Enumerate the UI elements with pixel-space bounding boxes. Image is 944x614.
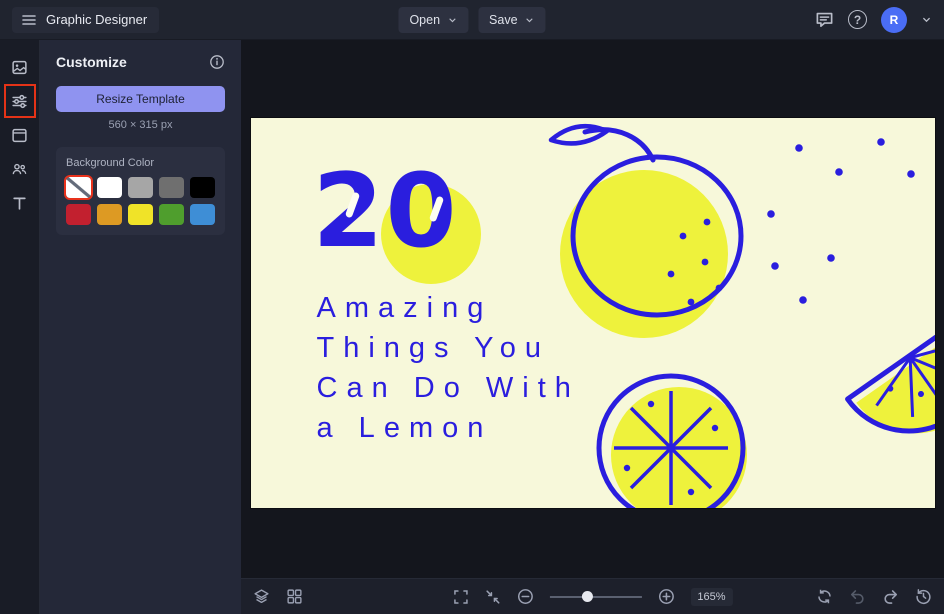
swatch-light-gray[interactable] <box>128 177 153 198</box>
headline-line: Can Do With <box>316 372 580 404</box>
layers-icon[interactable] <box>253 588 270 605</box>
swatch-green[interactable] <box>159 204 184 225</box>
chevron-down-icon <box>447 15 457 25</box>
background-color-card: Background Color <box>56 147 225 235</box>
template-dimensions: 560 × 315 px <box>108 119 173 131</box>
swatch-white[interactable] <box>97 177 122 198</box>
background-color-label: Background Color <box>66 157 155 169</box>
save-button-label: Save <box>489 12 518 27</box>
history-icon[interactable] <box>915 588 932 605</box>
swatch-red[interactable] <box>66 204 91 225</box>
canvas-area: 20 Amazing Things You Can Do With a Lemo… <box>241 40 944 614</box>
redo-icon[interactable] <box>882 588 899 605</box>
zoom-slider-handle[interactable] <box>581 591 593 602</box>
app-window: Graphic Designer Open Save ? R Customize… <box>0 0 944 614</box>
people-icon <box>11 161 28 178</box>
background-swatches <box>66 177 215 225</box>
zoom-slider[interactable] <box>549 591 642 602</box>
resize-template-button[interactable]: Resize Template <box>56 86 225 112</box>
open-button-label: Open <box>409 12 441 27</box>
headline-line: Amazing <box>316 292 493 324</box>
headline-line: a Lemon <box>316 412 493 444</box>
text-icon <box>11 195 28 212</box>
design-artboard[interactable]: 20 Amazing Things You Can Do With a Lemo… <box>250 118 935 508</box>
zoom-in-icon[interactable] <box>657 588 674 605</box>
hamburger-icon <box>21 12 37 28</box>
swatch-blue[interactable] <box>190 204 215 225</box>
headline-line: Things You <box>316 332 551 364</box>
swatch-black[interactable] <box>190 177 215 198</box>
window-icon <box>11 127 28 144</box>
zoom-level-badge[interactable]: 165% <box>690 587 733 606</box>
tool-rail <box>0 40 40 614</box>
sidebar-item-images[interactable] <box>0 50 40 84</box>
swatch-none[interactable] <box>66 177 91 198</box>
sidebar-item-customize[interactable] <box>0 84 40 118</box>
grid-icon[interactable] <box>286 588 303 605</box>
open-button[interactable]: Open <box>398 6 469 33</box>
sidebar-item-people[interactable] <box>0 152 40 186</box>
sidebar-item-text[interactable] <box>0 186 40 220</box>
feedback-icon[interactable] <box>815 10 834 29</box>
sliders-icon <box>11 93 28 110</box>
canvas-viewport[interactable]: 20 Amazing Things You Can Do With a Lemo… <box>241 40 944 578</box>
sync-icon[interactable] <box>816 588 833 605</box>
customize-panel: Customize Resize Template 560 × 315 px B… <box>40 40 241 614</box>
help-icon[interactable]: ? <box>848 10 867 29</box>
panel-title: Customize <box>56 54 127 70</box>
top-bar: Graphic Designer Open Save ? R <box>0 0 944 40</box>
fullscreen-icon[interactable] <box>452 589 468 605</box>
sidebar-item-templates[interactable] <box>0 118 40 152</box>
design-headline[interactable]: Amazing Things You Can Do With a Lemon <box>317 288 580 448</box>
undo-icon[interactable] <box>849 588 866 605</box>
swatch-yellow[interactable] <box>128 204 153 225</box>
app-title: Graphic Designer <box>46 12 148 27</box>
swatch-gray[interactable] <box>159 177 184 198</box>
zoom-out-icon[interactable] <box>516 588 533 605</box>
image-icon <box>11 59 28 76</box>
fit-to-screen-icon[interactable] <box>484 589 500 605</box>
info-icon[interactable] <box>209 54 225 70</box>
swatch-orange[interactable] <box>97 204 122 225</box>
app-menu-button[interactable]: Graphic Designer <box>12 6 160 33</box>
bottom-toolbar: 165% <box>241 578 944 614</box>
save-button[interactable]: Save <box>478 6 546 33</box>
account-chevron-down-icon[interactable] <box>921 14 932 25</box>
chevron-down-icon <box>525 15 535 25</box>
avatar[interactable]: R <box>881 6 907 33</box>
